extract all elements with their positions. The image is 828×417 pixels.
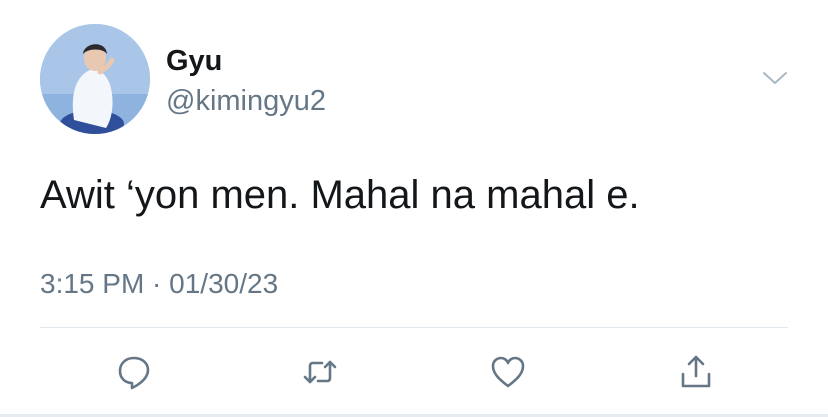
share-button[interactable] xyxy=(676,352,716,392)
author-display-name[interactable]: Gyu xyxy=(166,44,222,78)
tweet-card: Gyu @kimingyu2 Awit ‘yon men. Mahal na m… xyxy=(0,0,828,417)
like-button[interactable] xyxy=(488,352,528,392)
retweet-button[interactable] xyxy=(300,352,340,392)
tweet-timestamp[interactable]: 3:15 PM · 01/30/23 xyxy=(40,266,278,302)
heart-icon xyxy=(491,356,525,388)
share-upload-icon xyxy=(681,355,711,388)
avatar[interactable] xyxy=(40,24,150,134)
retweet-arrows-icon xyxy=(303,360,337,384)
tweet-text: Awit ‘yon men. Mahal na mahal e. xyxy=(40,173,640,217)
avatar-photo xyxy=(40,24,150,134)
more-options-button[interactable] xyxy=(760,66,790,90)
reply-button[interactable] xyxy=(114,352,154,392)
chevron-down-icon xyxy=(763,72,787,84)
divider xyxy=(40,327,788,328)
author-handle[interactable]: @kimingyu2 xyxy=(166,84,326,118)
speech-bubble-icon xyxy=(118,356,150,390)
